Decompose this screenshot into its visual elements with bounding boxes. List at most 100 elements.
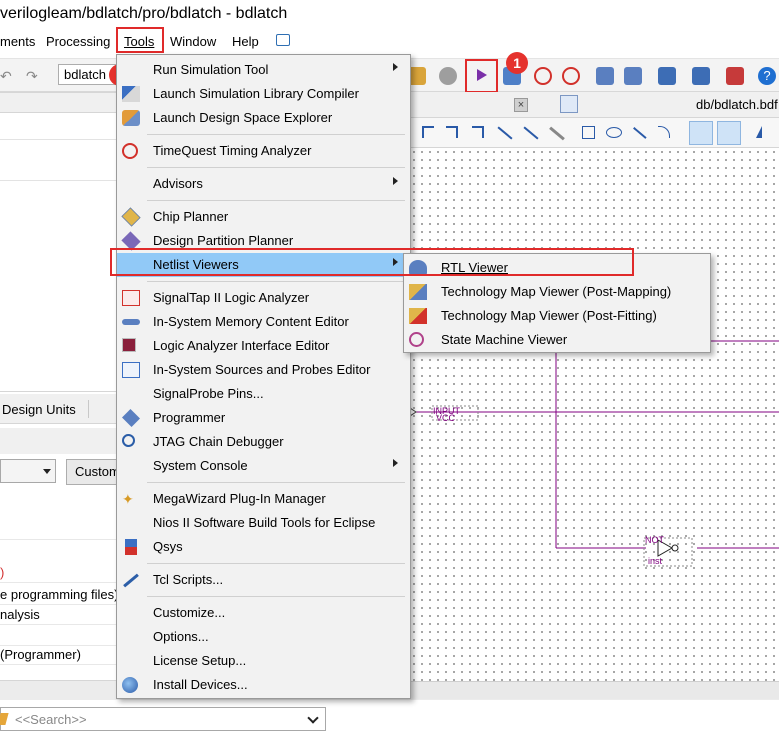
menu-item-nios-ii-sbt[interactable]: Nios II Software Build Tools for Eclipse [117, 511, 410, 535]
chip-icon[interactable] [658, 67, 676, 85]
comment-icon[interactable] [276, 34, 290, 46]
menu-item-tech-map-post-fitting[interactable]: Technology Map Viewer (Post-Fitting) [404, 304, 710, 328]
not-gate-label: NOT [645, 535, 664, 545]
menu-item-customize[interactable]: Customize... [117, 601, 410, 625]
menu-item-simulation-library-compiler[interactable]: Launch Simulation Library Compiler [117, 82, 410, 106]
menu-item-options[interactable]: Options... [117, 625, 410, 649]
schematic-canvas[interactable]: INPUT VCC NOT inst [410, 148, 779, 681]
partition-icon[interactable] [692, 67, 710, 85]
menu-item-advisors[interactable]: Advisors [117, 172, 410, 196]
tab-design-units[interactable]: Design Units [2, 402, 76, 417]
help-icon[interactable]: ? [758, 67, 776, 85]
menu-item-license-setup[interactable]: License Setup... [117, 649, 410, 673]
project-navigator-pane [0, 92, 120, 392]
close-icon[interactable]: × [514, 98, 528, 112]
globe-icon [122, 677, 138, 693]
undo-icon[interactable]: ↶ [0, 68, 12, 85]
menu-item-tcl-scripts[interactable]: Tcl Scripts... [117, 568, 410, 592]
menu-item-memory-content-editor[interactable]: In-System Memory Content Editor [117, 310, 410, 334]
arc-tool-icon[interactable] [658, 126, 670, 138]
task-row[interactable]: nalysis [0, 605, 120, 625]
menu-help[interactable]: Help [232, 34, 259, 49]
memory-editor-icon [122, 319, 140, 325]
sources-probes-icon [122, 362, 140, 378]
signaltap-icon [122, 290, 140, 306]
horizontal-scrollbar[interactable] [410, 681, 779, 699]
menu-item-tech-map-post-mapping[interactable]: Technology Map Viewer (Post-Mapping) [404, 280, 710, 304]
tools-menu-annotation [116, 27, 164, 53]
menu-item-programmer[interactable]: Programmer [117, 406, 410, 430]
menu-item-chip-planner[interactable]: Chip Planner [117, 205, 410, 229]
stop-icon[interactable] [439, 67, 457, 85]
diagonal-conduit-tool-icon[interactable] [549, 126, 565, 141]
schematic-toolbar [410, 118, 779, 148]
menu-item-timequest[interactable]: TimeQuest Timing Analyzer [117, 139, 410, 163]
block-diagram-icon [560, 95, 578, 113]
state-machine-icon [409, 332, 424, 347]
chevron-right-icon [393, 177, 398, 185]
rtl-icon[interactable] [596, 67, 614, 85]
menu-item-install-devices[interactable]: Install Devices... [117, 673, 410, 697]
stopwatch-icon [122, 143, 138, 159]
rubberbanding-icon[interactable] [717, 121, 741, 145]
chevron-right-icon [393, 63, 398, 71]
search-input[interactable]: <<Search>> [15, 712, 87, 727]
task-row[interactable]: (Programmer) [0, 645, 120, 665]
flow-dropdown[interactable] [0, 459, 56, 483]
step-badge-1: 1 [506, 52, 528, 74]
library-compiler-icon [122, 86, 140, 102]
menu-item-jtag-chain-debugger[interactable]: JTAG Chain Debugger [117, 430, 410, 454]
megawizard-icon: ✦ [122, 491, 134, 507]
menu-processing[interactable]: Processing [46, 34, 110, 49]
instance-label: inst [648, 556, 663, 566]
orthogonal-bus-tool-icon[interactable] [446, 126, 458, 138]
tech-map-fit-icon [409, 308, 427, 324]
jtag-icon [122, 434, 135, 447]
diagonal-node-tool-icon[interactable] [497, 126, 513, 140]
programmer-icon[interactable] [726, 67, 744, 85]
editor-tab-title[interactable]: db/bdlatch.bdf [696, 97, 778, 112]
conduit-tool-icon[interactable] [472, 126, 484, 138]
menu-item-state-machine-viewer[interactable]: State Machine Viewer [404, 328, 710, 352]
menu-item-megawizard[interactable]: ✦ MegaWizard Plug-In Manager [117, 487, 410, 511]
menu-item-signalprobe-pins[interactable]: SignalProbe Pins... [117, 382, 410, 406]
line-tool-icon[interactable] [633, 127, 647, 139]
editor-tab-bar: × db/bdlatch.bdf [410, 92, 779, 118]
menu-window[interactable]: Window [170, 34, 216, 49]
task-row[interactable]: e programming files) [0, 585, 120, 605]
chevron-down-icon[interactable] [307, 712, 319, 724]
menu-item-design-space-explorer[interactable]: Launch Design Space Explorer [117, 106, 410, 130]
menu-item-system-console[interactable]: System Console [117, 454, 410, 478]
orthogonal-node-tool-icon[interactable] [422, 126, 434, 138]
menu-item-qsys[interactable]: Qsys [117, 535, 410, 559]
flip-horizontal-icon[interactable] [756, 126, 762, 138]
rectangle-tool-icon[interactable] [582, 126, 595, 139]
menu-item-signaltap[interactable]: SignalTap II Logic Analyzer [117, 286, 410, 310]
search-bar[interactable]: <<Search>> [0, 707, 326, 731]
stopwatch-icon[interactable] [562, 67, 580, 85]
tasks-list: ) e programming files) nalysis (Programm… [0, 490, 120, 690]
dse-icon [122, 110, 140, 126]
pencil-icon [0, 713, 9, 725]
chip-planner-icon [121, 207, 141, 227]
not-gate-bubble [671, 544, 679, 552]
menu-item-run-simulation-tool[interactable]: Run Simulation Tool [117, 58, 410, 82]
task-row[interactable] [0, 626, 120, 646]
tools-menu: Run Simulation Tool Launch Simulation Li… [116, 54, 411, 699]
menu-item-logic-analyzer-interface[interactable]: Logic Analyzer Interface Editor [117, 334, 410, 358]
chevron-down-icon [43, 469, 51, 474]
window-title: verilogleam/bdlatch/pro/bdlatch - bdlatc… [0, 5, 288, 22]
menu-item-sources-probes[interactable]: In-System Sources and Probes Editor [117, 358, 410, 382]
oval-tool-icon[interactable] [606, 127, 622, 138]
tech-map-icon [409, 284, 427, 300]
partial-line-selection-icon[interactable] [689, 121, 713, 145]
la-interface-icon [122, 338, 136, 352]
redo-icon[interactable]: ↷ [26, 68, 38, 85]
techmap-icon[interactable] [624, 67, 642, 85]
tasks-header [0, 428, 120, 454]
timing-icon[interactable] [534, 67, 552, 85]
programmer-icon [121, 408, 141, 428]
menu-assignments[interactable]: ments [0, 34, 35, 49]
diagonal-bus-tool-icon[interactable] [523, 126, 539, 140]
task-row[interactable]: ) [0, 563, 120, 583]
